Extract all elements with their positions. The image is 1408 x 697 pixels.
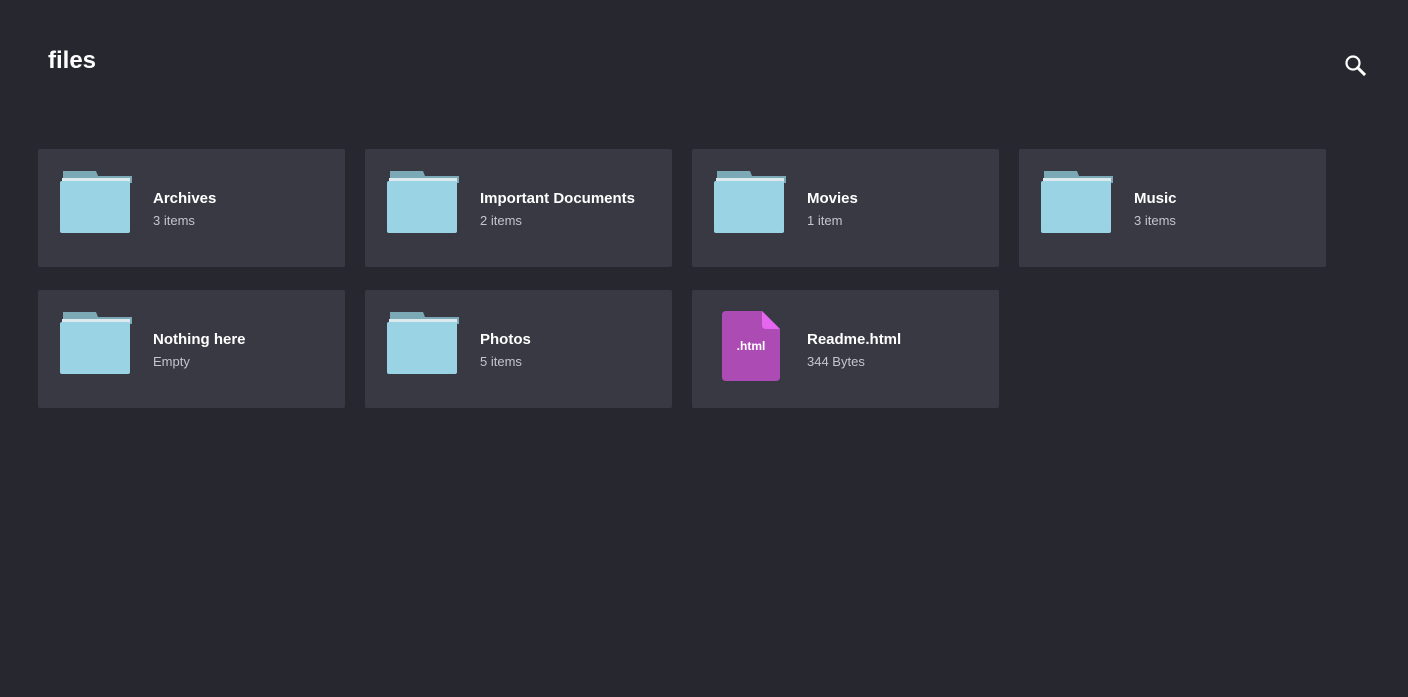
file-card-nothing-here[interactable]: Nothing here Empty: [38, 290, 345, 408]
folder-icon: [60, 312, 132, 374]
app-header: files: [0, 0, 1408, 130]
file-card-music[interactable]: Music 3 items: [1019, 149, 1326, 267]
item-meta: Empty: [153, 354, 190, 369]
search-icon: [1345, 55, 1367, 77]
item-meta: 5 items: [480, 354, 522, 369]
folder-icon: [1041, 171, 1113, 233]
file-card-important-documents[interactable]: Important Documents 2 items: [365, 149, 672, 267]
item-name: Photos: [480, 331, 531, 348]
file-grid: Archives 3 items Important Documents 2 i…: [38, 149, 1338, 408]
search-button[interactable]: [1340, 50, 1372, 82]
item-name: Nothing here: [153, 331, 246, 348]
item-meta: 344 Bytes: [807, 354, 865, 369]
item-name: Archives: [153, 190, 217, 207]
folder-icon: [387, 171, 459, 233]
html-file-icon: .html: [722, 311, 780, 381]
item-meta: 3 items: [153, 213, 195, 228]
page-title: files: [48, 47, 97, 74]
file-card-photos[interactable]: Photos 5 items: [365, 290, 672, 408]
item-name: Movies: [807, 190, 858, 207]
file-card-movies[interactable]: Movies 1 item: [692, 149, 999, 267]
folder-icon: [387, 312, 459, 374]
item-name: Readme.html: [807, 331, 902, 348]
file-extension-label: .html: [737, 339, 766, 353]
file-card-readme[interactable]: .html Readme.html 344 Bytes: [692, 290, 999, 408]
folder-icon: [714, 171, 786, 233]
item-meta: 1 item: [807, 213, 843, 228]
item-name: Important Documents: [480, 190, 636, 207]
folder-icon: [60, 171, 132, 233]
file-card-archives[interactable]: Archives 3 items: [38, 149, 345, 267]
item-name: Music: [1134, 190, 1177, 207]
item-meta: 2 items: [480, 213, 522, 228]
item-meta: 3 items: [1134, 213, 1176, 228]
